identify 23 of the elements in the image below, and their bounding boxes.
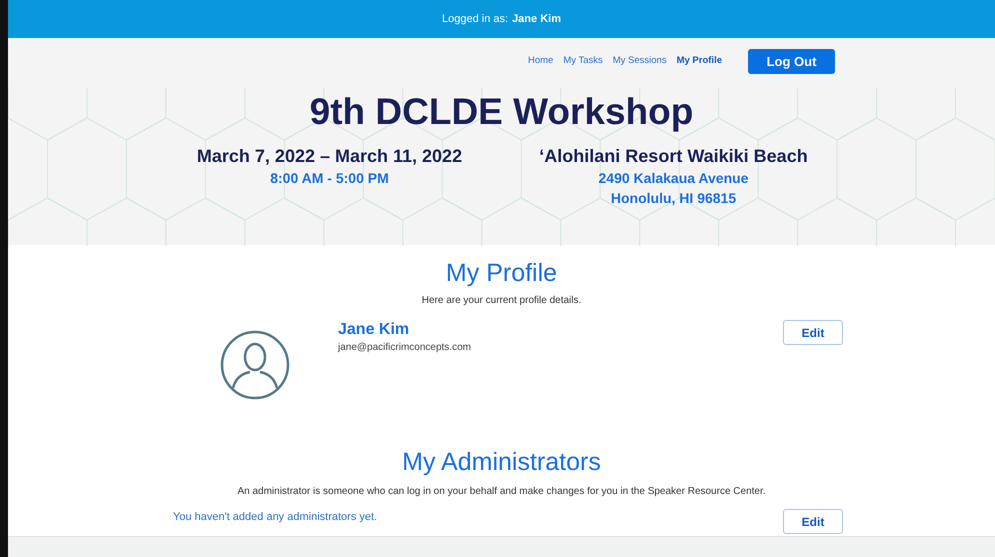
address-line: Honolulu, HI 96815 bbox=[610, 189, 736, 208]
edit-button[interactable]: Edit bbox=[783, 320, 843, 345]
event-hours: 8:00 AM - 5:00 PM bbox=[270, 169, 389, 188]
nav-link[interactable]: My Sessions bbox=[612, 54, 667, 69]
nav-link[interactable]: My Tasks bbox=[563, 54, 603, 69]
profile-email: jane@pacificrimconcepts.com bbox=[338, 341, 472, 355]
event-title: 9th DCLDE Workshop bbox=[308, 90, 694, 134]
avatar-icon bbox=[220, 330, 290, 400]
edit-button[interactable]: Edit bbox=[783, 509, 843, 534]
nav-link[interactable]: My Profile bbox=[676, 54, 722, 69]
section-heading: My Administrators bbox=[402, 447, 601, 478]
event-dates: March 7, 2022 – March 11, 2022 bbox=[196, 145, 462, 168]
nav-link[interactable]: Home bbox=[528, 54, 554, 69]
user-name: Jane Kim bbox=[512, 12, 561, 27]
profile-name: Jane Kim bbox=[338, 320, 410, 340]
empty-message: You haven't added any administrators yet. bbox=[173, 510, 378, 526]
event-venue: ‘Alohilani Resort Waikiki Beach bbox=[539, 145, 808, 168]
logout-button[interactable]: Log Out bbox=[748, 49, 835, 74]
address-line: 2490 Kalakaua Avenue bbox=[598, 169, 748, 188]
section-intro: An administrator is someone who can log in on your behalf and make changes for you in the Speaker Resource Center. bbox=[237, 485, 766, 499]
section-intro: Here are your current profile details. bbox=[422, 294, 582, 308]
logged-in-label: Logged in as: bbox=[442, 12, 508, 27]
section-heading: My Profile bbox=[446, 258, 558, 289]
